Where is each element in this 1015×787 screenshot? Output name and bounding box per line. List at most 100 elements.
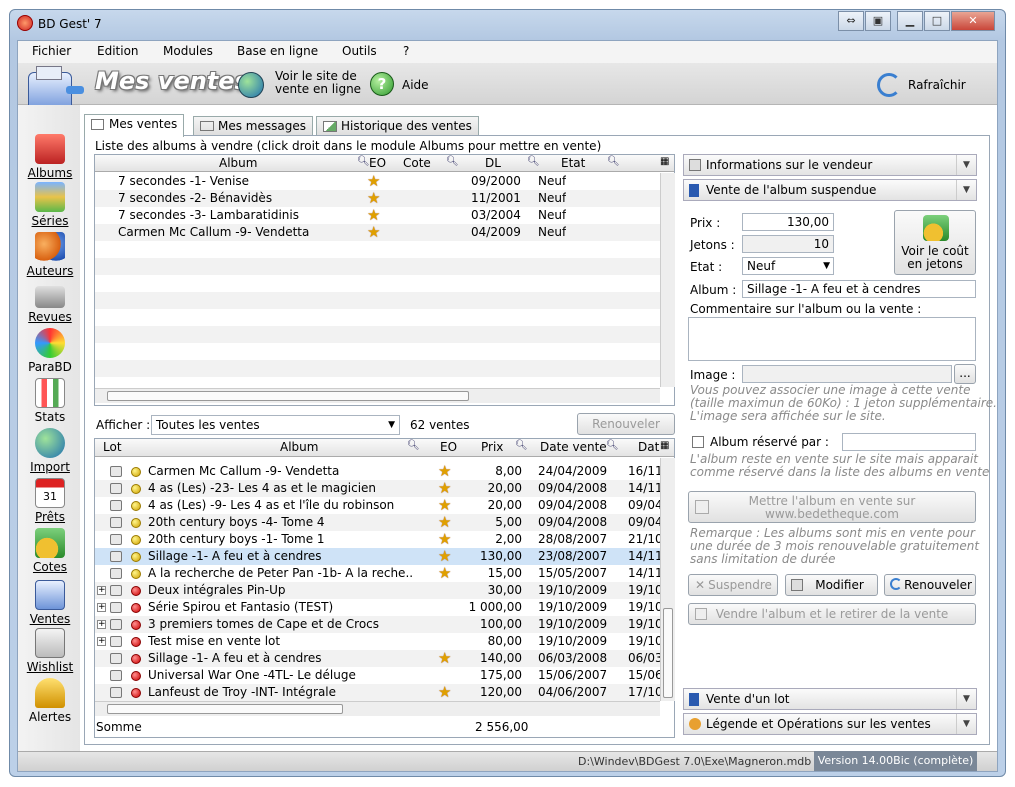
- refresh-icon[interactable]: [877, 73, 901, 97]
- refresh-button[interactable]: Rafraîchir: [908, 78, 966, 92]
- col-prix[interactable]: Prix: [481, 440, 503, 454]
- modify-button[interactable]: Modifier: [785, 574, 878, 596]
- menu-modules[interactable]: Modules: [163, 44, 213, 58]
- scroll-thumb[interactable]: [107, 391, 469, 401]
- table-row[interactable]: [95, 309, 660, 326]
- table-row[interactable]: + Test mise en vente lot 80,00 19/10/2009 19…: [95, 633, 660, 650]
- col-date-fin[interactable]: Dat: [638, 440, 659, 454]
- col-lot[interactable]: Lot: [103, 440, 122, 454]
- sidebar-item-prets[interactable]: 31 Prêts: [22, 478, 78, 524]
- put-online-button[interactable]: Mettre l'album en vente sur www.bedetheq…: [688, 491, 976, 523]
- sidebar-item-wishlist[interactable]: Wishlist: [22, 628, 78, 674]
- table-row[interactable]: 20th century boys -4- Tome 4 ★ 5,00 09/04/2…: [95, 514, 660, 531]
- columns-icon[interactable]: ▦: [660, 440, 669, 451]
- price-input[interactable]: 130,00: [742, 213, 834, 231]
- sidebar-item-import[interactable]: Import: [22, 428, 78, 474]
- tab-mes-messages[interactable]: Mes messages: [193, 116, 313, 136]
- tab-historique[interactable]: Historique des ventes: [316, 116, 479, 136]
- menu-fichier[interactable]: Fichier: [32, 44, 71, 58]
- table-row[interactable]: 20th century boys -1- Tome 1 ★ 2,00 28/08/2…: [95, 531, 660, 548]
- tab-mes-ventes[interactable]: Mes ventes: [84, 114, 185, 137]
- sidebar-item-series[interactable]: Séries: [22, 182, 78, 228]
- scroll-thumb[interactable]: [107, 704, 343, 714]
- restore-icon[interactable]: ▣: [865, 11, 891, 31]
- table-row[interactable]: [95, 360, 660, 377]
- sell-and-remove-button[interactable]: Vendre l'album et le retirer de la vente: [688, 603, 976, 625]
- col-etat[interactable]: Etat: [561, 156, 585, 170]
- legend-header[interactable]: Légende et Opérations sur les ventes ▼: [683, 713, 977, 735]
- table-row[interactable]: [95, 292, 660, 309]
- resize-icon[interactable]: ⇔: [838, 11, 864, 31]
- table-row[interactable]: 4 as (Les) -23- Les 4 as et le magicien ★…: [95, 480, 660, 497]
- table-row[interactable]: [95, 326, 660, 343]
- sidebar-item-stats[interactable]: Stats: [22, 378, 78, 424]
- search-icon[interactable]: 🔍︎: [407, 440, 420, 451]
- menu-help[interactable]: ?: [403, 44, 409, 58]
- expand-icon[interactable]: +: [97, 637, 106, 646]
- menu-base-en-ligne[interactable]: Base en ligne: [237, 44, 318, 58]
- table-row[interactable]: +3 premiers tomes de Cape et de Crocs 100…: [95, 616, 660, 633]
- state-select[interactable]: Neuf ▼: [742, 257, 834, 275]
- renew-all-button[interactable]: Renouveler tout: [577, 413, 675, 451]
- search-icon[interactable]: 🔍︎: [515, 440, 528, 451]
- expand-icon[interactable]: +: [97, 603, 106, 612]
- help-icon[interactable]: ?: [370, 72, 394, 96]
- table-row[interactable]: 4 as (Les) -9- Les 4 as et l'île du robi…: [95, 497, 660, 514]
- search-icon[interactable]: 🔍︎: [606, 440, 619, 451]
- expand-icon[interactable]: +: [97, 586, 106, 595]
- sidebar-item-ventes[interactable]: Ventes: [22, 580, 78, 626]
- lower-vertical-scrollbar[interactable]: [660, 458, 675, 701]
- filter-select[interactable]: Toutes les ventes ▼: [151, 415, 400, 435]
- menu-outils[interactable]: Outils: [342, 44, 377, 58]
- table-row[interactable]: Carmen Mc Callum -9- Vendetta ★ 04/2009 Neu…: [95, 224, 660, 241]
- token-cost-button[interactable]: Voir le coût en jetons: [894, 210, 976, 275]
- browse-image-button[interactable]: ...: [954, 364, 976, 384]
- table-row[interactable]: Universal War One -4TL- Le déluge 175,00 1…: [95, 667, 660, 684]
- table-row[interactable]: Carmen Mc Callum -9- Vendetta ★ 8,00 24/04/…: [95, 463, 660, 480]
- table-row[interactable]: Sillage -1- A feu et à cendres ★ 130,00 23/…: [95, 548, 660, 565]
- table-row[interactable]: [95, 241, 660, 258]
- table-row[interactable]: A la recherche de Peter Pan -1b- A la re…: [95, 565, 660, 582]
- reserved-checkbox[interactable]: [692, 436, 704, 448]
- search-icon[interactable]: 🔍︎: [607, 156, 620, 167]
- lower-horizontal-scrollbar[interactable]: [95, 701, 660, 716]
- view-online-site-link[interactable]: Voir le site de vente en ligne: [275, 70, 361, 96]
- search-icon[interactable]: 🔍︎: [527, 156, 540, 167]
- table-row[interactable]: Lanfeust de Troy -INT- Intégrale ★ 120,00 0…: [95, 684, 660, 701]
- table-row[interactable]: [95, 258, 660, 275]
- globe-icon[interactable]: [238, 72, 264, 98]
- lot-sale-header[interactable]: Vente d'un lot ▼: [683, 688, 977, 710]
- seller-info-header[interactable]: Informations sur le vendeur ▼: [683, 154, 977, 176]
- table-row[interactable]: + Deux intégrales Pin-Up 30,00 19/10/2009 19…: [95, 582, 660, 599]
- col-eo[interactable]: EO: [369, 156, 386, 170]
- sidebar-item-alertes[interactable]: Alertes: [22, 678, 78, 724]
- col-date-vente[interactable]: Date vente: [540, 440, 607, 454]
- album-input[interactable]: Sillage -1- A feu et à cendres: [742, 280, 976, 298]
- table-row[interactable]: [95, 343, 660, 360]
- sidebar-item-albums[interactable]: Albums: [22, 134, 78, 180]
- suspend-button[interactable]: ✕ Suspendre: [688, 574, 778, 596]
- expand-icon[interactable]: +: [97, 620, 106, 629]
- table-row[interactable]: [95, 275, 660, 292]
- close-button[interactable]: ✕: [951, 11, 995, 31]
- search-icon[interactable]: 🔍︎: [357, 156, 370, 167]
- search-icon[interactable]: 🔍︎: [446, 156, 459, 167]
- table-row[interactable]: 7 secondes -1- Venise ★ 09/2000 Neuf: [95, 173, 660, 190]
- col-eo[interactable]: EO: [440, 440, 457, 454]
- minimize-button[interactable]: ▁: [897, 11, 923, 31]
- col-album[interactable]: Album: [280, 440, 318, 454]
- image-path-input[interactable]: [742, 365, 952, 383]
- col-album[interactable]: Album: [219, 156, 257, 170]
- sidebar-item-cotes[interactable]: Cotes: [22, 528, 78, 574]
- suspended-sale-header[interactable]: Vente de l'album suspendue ▼: [683, 179, 977, 201]
- upper-vertical-scrollbar[interactable]: [660, 173, 675, 387]
- table-row[interactable]: + Série Spirou et Fantasio (TEST) 1 000,00…: [95, 599, 660, 616]
- scroll-thumb[interactable]: [663, 608, 673, 698]
- upper-horizontal-scrollbar[interactable]: [95, 388, 660, 403]
- reserved-by-input[interactable]: [842, 433, 976, 451]
- table-row[interactable]: 7 secondes -2- Bénavidès ★ 11/2001 Neuf: [95, 190, 660, 207]
- comment-textarea[interactable]: [688, 317, 976, 361]
- sidebar-item-auteurs[interactable]: Auteurs: [22, 232, 78, 278]
- maximize-button[interactable]: □: [924, 11, 950, 31]
- columns-icon[interactable]: ▦: [660, 156, 669, 167]
